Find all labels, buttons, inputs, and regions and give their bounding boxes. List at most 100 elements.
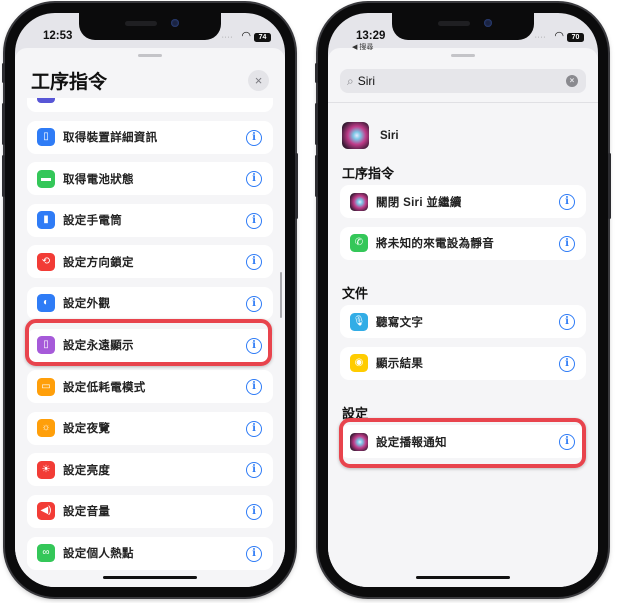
quick-look-icon: ◉ (350, 354, 368, 373)
list-item[interactable]: 關閉 Siri 並繼續 i (340, 185, 586, 218)
list-item-label: 設定手電筒 (63, 215, 122, 228)
info-icon[interactable]: i (246, 129, 262, 146)
list-item[interactable]: ▯ 設定永遠顯示 i (27, 328, 273, 362)
list-item[interactable]: ⟲ 設定方向鎖定 i (27, 245, 273, 279)
battery-icon: 74 (254, 33, 271, 42)
list-item[interactable]: ◀) 設定音量 i (27, 494, 273, 528)
home-indicator (103, 575, 197, 579)
volume-down-button (2, 155, 5, 197)
list-item-label: 設定永遠顯示 (63, 340, 134, 353)
info-icon[interactable]: i (246, 462, 262, 479)
volume-down-button (315, 155, 318, 197)
list-item-label: 將未知的來電設為靜音 (376, 238, 494, 251)
clear-search-button[interactable]: × (566, 75, 578, 87)
status-time: 12:53 (43, 30, 73, 42)
notch (392, 13, 534, 40)
right-phone-frame: 13:29 ◀ 搜尋 ···· ◠ 70 ⌕ Siri × Siri 工序指令關… (315, 3, 611, 597)
right-screen: 13:29 ◀ 搜尋 ···· ◠ 70 ⌕ Siri × Siri 工序指令關… (328, 13, 598, 587)
flashlight-icon: ▮ (37, 211, 55, 230)
list-item-label: 設定音量 (63, 506, 111, 519)
hotspot-icon: ∞ (37, 544, 55, 563)
night-shift-icon: ☼ (37, 419, 55, 438)
list-item[interactable]: ◉ 顯示結果 i (340, 346, 586, 380)
info-icon[interactable]: i (559, 434, 575, 450)
list-item[interactable]: ✆ 將未知的來電設為靜音 i (340, 226, 586, 260)
home-indicator (416, 575, 510, 579)
section-list: 🎙 聽寫文字 i ◉ 顯示結果 i (340, 305, 586, 388)
list-item-label: 設定亮度 (63, 464, 111, 477)
list-item-label: 設定方向鎖定 (63, 256, 134, 269)
section-list: 設定播報通知 i (340, 425, 586, 467)
info-icon[interactable]: i (246, 420, 262, 437)
section-header: 設定 (342, 406, 369, 421)
info-icon[interactable]: i (559, 314, 575, 330)
list-item[interactable]: ∞ 設定個人熱點 i (27, 536, 273, 570)
list-item-label: 設定個人熱點 (63, 548, 134, 561)
list-item[interactable]: ☼ 設定夜覽 i (27, 411, 273, 445)
left-phone-frame: 12:53 ···· ◠ 74 工序指令 × ▯ 取得裝置詳細資訊 i ▬ 取得電池狀態… (2, 3, 298, 597)
close-button[interactable]: × (248, 70, 269, 91)
scrollbar[interactable] (279, 272, 282, 318)
search-input[interactable]: ⌕ Siri × (340, 69, 586, 93)
list-item[interactable]: 設定播報通知 i (340, 425, 586, 458)
list-item[interactable]: ▮ 設定手電筒 i (27, 203, 273, 237)
search-icon: ⌕ (347, 73, 354, 88)
notch (79, 13, 221, 40)
back-to-search-link[interactable]: ◀ 搜尋 (352, 42, 373, 52)
info-icon[interactable]: i (559, 194, 575, 210)
info-icon[interactable]: i (246, 545, 262, 562)
sheet-grabber[interactable] (138, 54, 162, 57)
info-icon[interactable]: i (246, 379, 262, 396)
info-icon[interactable]: i (559, 355, 575, 372)
brightness-icon: ☀ (37, 460, 55, 479)
info-icon[interactable]: i (246, 295, 262, 312)
sheet-grabber[interactable] (451, 54, 475, 57)
info-icon[interactable]: i (246, 171, 262, 188)
info-icon[interactable]: i (559, 235, 575, 252)
list-item-partial[interactable] (27, 98, 273, 112)
app-name: Siri (380, 129, 399, 142)
siri-app-icon (342, 122, 369, 149)
info-icon[interactable]: i (246, 337, 262, 354)
search-query[interactable]: Siri (358, 74, 375, 88)
list-item[interactable]: ▭ 設定低耗電模式 i (27, 370, 273, 404)
signal-icon: ···· (221, 34, 233, 41)
battery-icon: 70 (567, 33, 584, 42)
microphone-icon: 🎙 (350, 312, 368, 331)
list-item[interactable]: 🎙 聽寫文字 i (340, 305, 586, 338)
list-item[interactable]: ▬ 取得電池狀態 i (27, 162, 273, 196)
action-icon (37, 98, 55, 103)
section-list: 關閉 Siri 並繼續 i ✆ 將未知的來電設為靜音 i (340, 185, 586, 268)
list-item[interactable]: ◐ 設定外觀 i (27, 286, 273, 320)
status-time: 13:29 (356, 30, 386, 42)
info-icon[interactable]: i (246, 212, 262, 229)
search-sheet: ⌕ Siri × Siri 工序指令 關閉 Siri 並繼續 i ✆ 將未知的來電設為靜… (328, 48, 598, 587)
wifi-icon: ◠ (241, 30, 251, 42)
list-item-label: 顯示結果 (376, 358, 424, 371)
list-item-label: 取得電池狀態 (63, 173, 134, 186)
list-item-label: 設定夜覽 (63, 423, 111, 436)
power-button (295, 153, 298, 219)
section-header: 文件 (342, 286, 369, 301)
volume-icon: ◀) (37, 502, 55, 521)
list-item-label: 取得裝置詳細資訊 (63, 132, 158, 145)
info-icon[interactable]: i (246, 254, 262, 271)
always-on-icon: ▯ (37, 336, 55, 355)
phone-icon: ▯ (37, 128, 55, 147)
list-item-label: 設定低耗電模式 (63, 381, 146, 394)
orientation-lock-icon: ⟲ (37, 252, 55, 271)
low-power-icon: ▭ (37, 377, 55, 396)
list-item[interactable]: ▯ 取得裝置詳細資訊 i (27, 120, 273, 154)
info-icon[interactable]: i (246, 503, 262, 520)
battery-icon: ▬ (37, 169, 55, 188)
mute-switch (315, 63, 318, 83)
list-item[interactable]: ☀ 設定亮度 i (27, 453, 273, 487)
action-list: ▯ 取得裝置詳細資訊 i ▬ 取得電池狀態 i ▮ 設定手電筒 i ⟲ 設定方向鎖定 i ◐ 設定外觀 i ▯… (27, 98, 273, 578)
app-result-siri[interactable]: Siri (342, 122, 399, 149)
list-item-label: 關閉 Siri 並繼續 (376, 196, 462, 209)
power-button (608, 153, 611, 219)
list-item-label: 設定外觀 (63, 298, 111, 311)
list-item-label: 聽寫文字 (376, 316, 424, 329)
actions-sheet: 工序指令 × ▯ 取得裝置詳細資訊 i ▬ 取得電池狀態 i ▮ 設定手電筒 i ⟲ 設定方向鎖定 i… (15, 48, 285, 587)
mute-switch (2, 63, 5, 83)
